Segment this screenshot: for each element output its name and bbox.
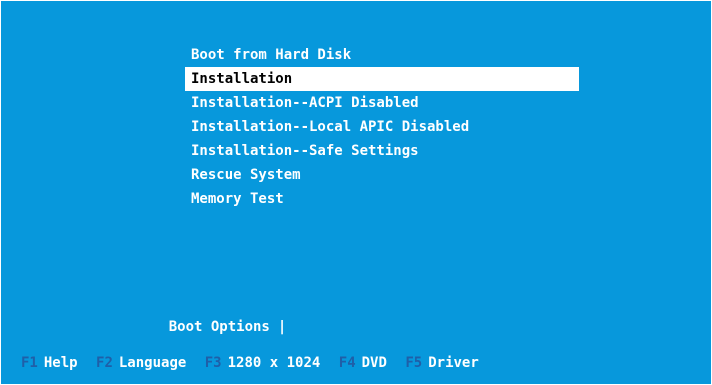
- f1-key-label: F1: [21, 355, 38, 371]
- text-cursor: |: [277, 319, 287, 335]
- f1-key-action: Help: [43, 355, 78, 371]
- f5-driver-key[interactable]: F5 Driver: [405, 351, 478, 375]
- menu-item-installation-local-apic-disabled[interactable]: Installation--Local APIC Disabled: [185, 115, 579, 139]
- f5-key-label: F5: [405, 355, 423, 371]
- menu-item-installation[interactable]: Installation: [185, 67, 579, 91]
- menu-item-installation-acpi-disabled[interactable]: Installation--ACPI Disabled: [185, 91, 579, 115]
- f3-key-label: F3: [204, 355, 222, 371]
- menu-item-rescue-system[interactable]: Rescue System: [185, 163, 579, 187]
- f4-key-action: DVD: [361, 355, 387, 371]
- function-key-bar: F1 Help F2 Language F3 1280 x 1024 F4 DVD F5…: [21, 351, 489, 375]
- f2-language-key[interactable]: F2 Language: [96, 351, 186, 375]
- boot-options-label: Boot Options: [168, 319, 270, 335]
- f3-resolution-key[interactable]: F3 1280 x 1024: [205, 351, 321, 375]
- f1-help-key[interactable]: F1 Help: [21, 351, 78, 375]
- boot-screen: Boot from Hard Disk Installation Install…: [1, 1, 711, 384]
- f4-source-key[interactable]: F4 DVD: [339, 351, 387, 375]
- f3-key-action: 1280 x 1024: [227, 355, 321, 371]
- f4-key-label: F4: [338, 355, 356, 371]
- f5-key-action: Driver: [428, 355, 479, 371]
- menu-item-boot-from-hard-disk[interactable]: Boot from Hard Disk: [185, 43, 579, 67]
- f2-key-action: Language: [118, 355, 187, 371]
- f2-key-label: F2: [96, 355, 113, 371]
- menu-item-installation-safe-settings[interactable]: Installation--Safe Settings: [185, 139, 579, 163]
- boot-menu: Boot from Hard Disk Installation Install…: [185, 43, 579, 211]
- menu-item-memory-test[interactable]: Memory Test: [185, 187, 579, 211]
